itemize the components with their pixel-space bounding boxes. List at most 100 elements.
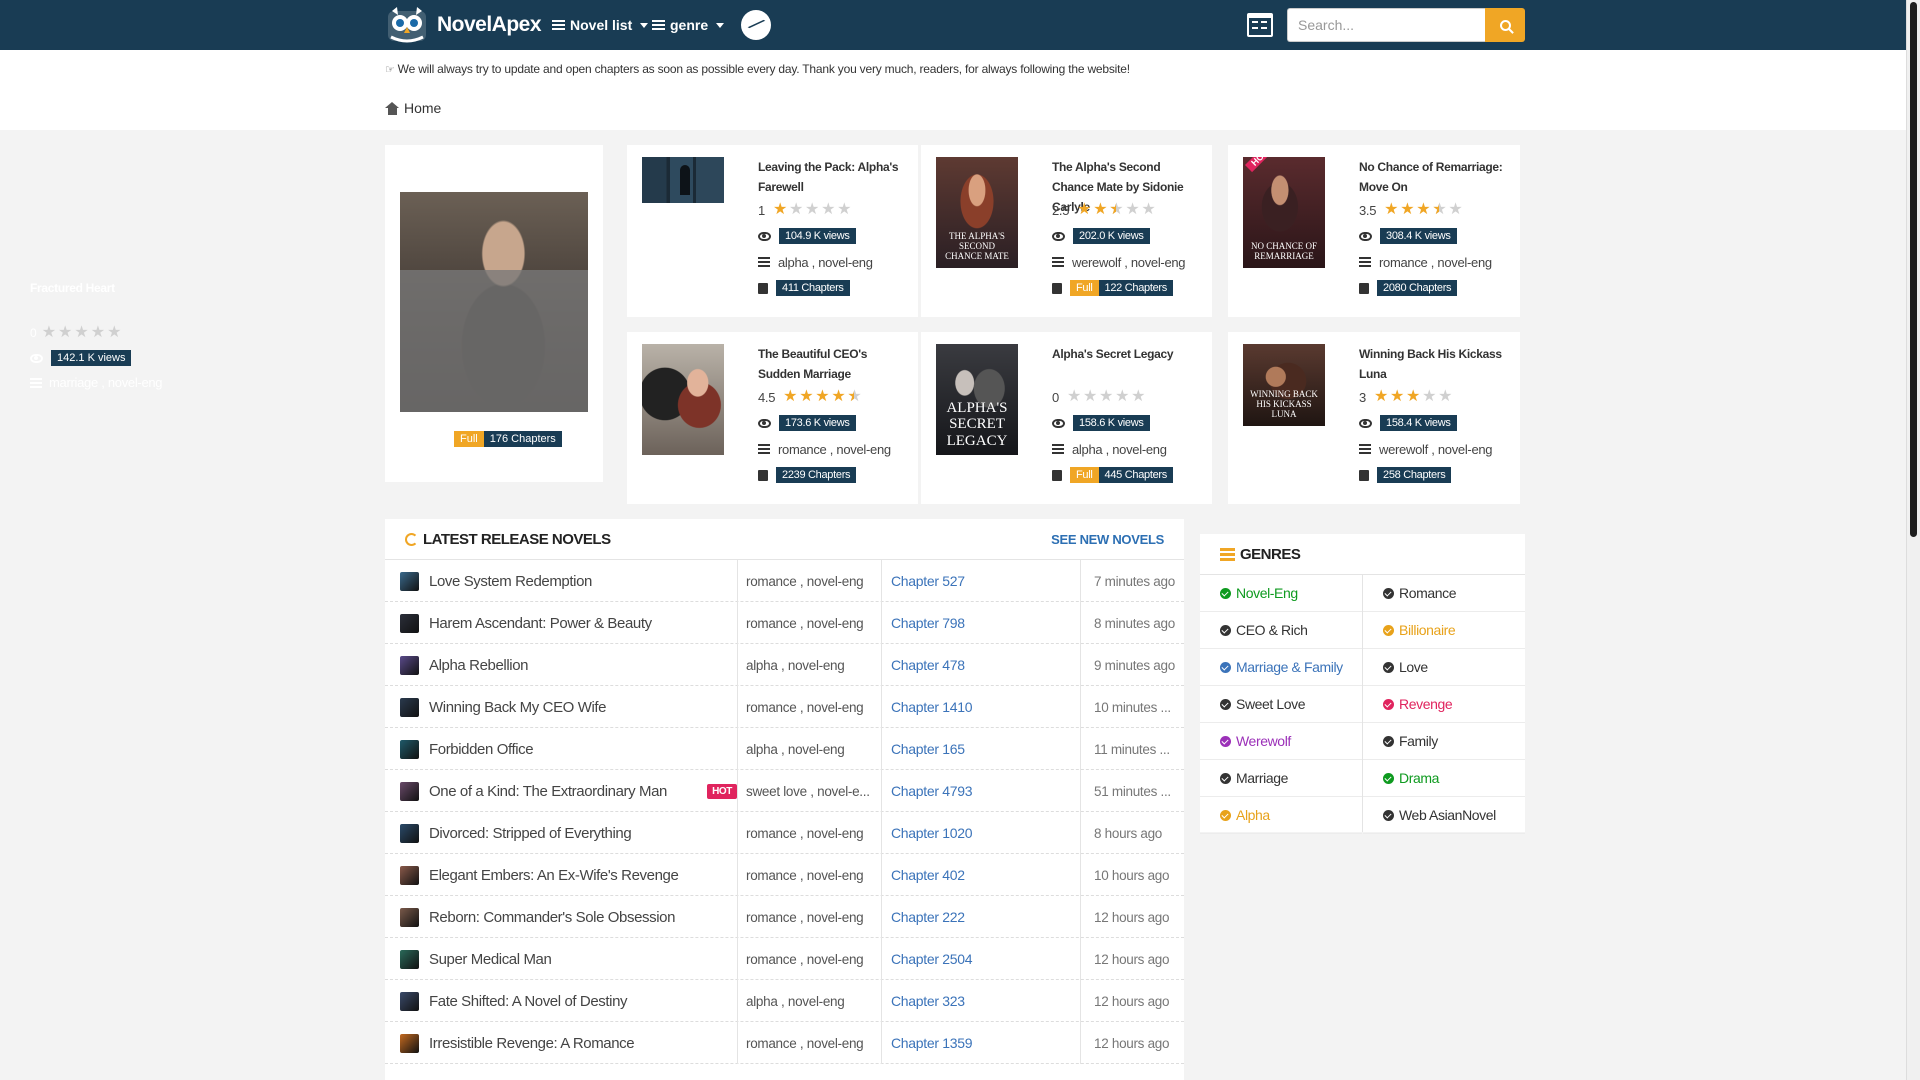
genre-label[interactable]: CEO & Rich [1236,622,1308,638]
genre-link[interactable]: Romance [1363,575,1525,612]
genre-label[interactable]: Novel-Eng [1236,585,1298,601]
novel-name-cell[interactable]: Fate Shifted: A Novel of Destiny [400,980,737,1022]
novel-card[interactable]: ALPHA'S SECRET LEGACY Alpha's Secret Lega… [921,332,1212,504]
novel-card[interactable]: HOT NO CHANCE OF REMARRIAGE No Chance of R… [1228,145,1520,317]
novel-name-cell[interactable]: Love System Redemption [400,560,737,602]
chapter-link[interactable]: Chapter 798 [891,602,1081,644]
genre-link[interactable]: Novel-Eng [1200,575,1362,612]
genre-label[interactable]: Romance [1399,585,1457,601]
check-circle-icon [1383,624,1394,636]
novel-cover-image[interactable]: THE ALPHA'S SECOND CHANCE MATE [936,157,1018,268]
novel-cover-image[interactable] [642,344,724,455]
novel-name[interactable]: Alpha Rebellion [429,657,528,674]
novel-name[interactable]: Divorced: Stripped of Everything [429,825,632,842]
search-button[interactable] [1485,8,1525,42]
novel-name[interactable]: Love System Redemption [429,573,592,590]
full-badge: Full [1070,467,1099,483]
novel-cover-image[interactable]: HOT NO CHANCE OF REMARRIAGE [1243,157,1325,268]
novel-name[interactable]: Irresistible Revenge: A Romance [429,1035,635,1052]
novel-name[interactable]: Elegant Embers: An Ex-Wife's Revenge [429,867,679,884]
search-input[interactable] [1287,8,1485,42]
novel-name[interactable]: Winning Back My CEO Wife [429,699,607,716]
novel-cover-image[interactable]: ALPHA'S SECRET LEGACY [936,344,1018,455]
genre-link[interactable]: Drama [1363,760,1525,797]
genre-link[interactable]: Family [1363,723,1525,760]
chapter-link[interactable]: Chapter 323 [891,980,1081,1022]
novel-card[interactable]: Leaving the Pack: Alpha's Farewell 1 ★ ★ ★ ★ ★… [627,145,918,317]
scrollbar-thumb[interactable] [1910,2,1917,537]
genre-link[interactable]: Sweet Love [1200,686,1362,723]
novel-cover-image[interactable] [642,157,724,203]
genre-label[interactable]: Revenge [1399,696,1453,712]
genre-link[interactable]: Love [1363,649,1525,686]
genre-link[interactable]: Marriage & Family [1200,649,1362,686]
novel-name-cell[interactable]: Reborn: Commander's Sole Obsession [400,896,737,938]
nav-novel-list-dropdown[interactable]: Novel list [552,0,649,50]
novel-name-cell[interactable]: Winning Back My CEO Wife [400,686,737,728]
genre-label[interactable]: Sweet Love [1236,696,1306,712]
novel-name[interactable]: One of a Kind: The Extraordinary Man [429,783,667,800]
genre-label[interactable]: Billionaire [1399,622,1456,638]
chapter-link[interactable]: Chapter 1410 [891,686,1081,728]
novel-name-cell[interactable]: Alpha Rebellion [400,644,737,686]
chapter-link[interactable]: Chapter 402 [891,854,1081,896]
genre-link[interactable]: Revenge [1363,686,1525,723]
novel-name-cell[interactable]: Super Medical Man [400,938,737,980]
novel-name-cell[interactable]: Harem Ascendant: Power & Beauty [400,602,737,644]
chapter-link[interactable]: Chapter 4793 [891,770,1081,812]
novel-title[interactable]: The Beautiful CEO's Sudden Marriage [758,344,908,384]
see-new-novels-link[interactable]: SEE NEW NOVELS [1051,532,1164,547]
novel-title[interactable]: Winning Back His Kickass Luna [1359,344,1509,384]
chapter-link[interactable]: Chapter 1359 [891,1022,1081,1064]
chapter-link[interactable]: Chapter 527 [891,560,1081,602]
genre-label[interactable]: Marriage [1236,770,1288,786]
novel-name[interactable]: Reborn: Commander's Sole Obsession [429,909,675,926]
novel-name-cell[interactable]: Forbidden Office [400,728,737,770]
breadcrumb-home[interactable]: Home [404,100,441,116]
novel-name-cell[interactable]: One of a Kind: The Extraordinary Man HOT [400,770,737,812]
novel-cover-image[interactable]: WINNING BACK HIS KICKASS LUNA [1243,344,1325,426]
novel-title[interactable]: No Chance of Remarriage: Move On [1359,157,1509,197]
genre-link[interactable]: CEO & Rich [1200,612,1362,649]
novel-name-cell[interactable]: Divorced: Stripped of Everything [400,812,737,854]
novel-name[interactable]: Harem Ascendant: Power & Beauty [429,615,652,632]
nav-genre-dropdown[interactable]: genre [652,0,725,50]
novel-card[interactable]: THE ALPHA'S SECOND CHANCE MATE The Alpha'… [921,145,1212,317]
novel-title[interactable]: The Alpha's Second Chance Mate by Sidoni… [1052,157,1202,214]
genre-link[interactable]: Marriage [1200,760,1362,797]
genre-link[interactable]: Web AsianNovel [1363,797,1525,834]
genre-label[interactable]: Web AsianNovel [1399,807,1496,823]
genre-label[interactable]: Drama [1399,770,1439,786]
genres-cell: romance , novel-eng [746,699,864,715]
chapter-link[interactable]: Chapter 1020 [891,812,1081,854]
theme-toggle-button[interactable]: ⟋ [741,10,771,40]
genre-label[interactable]: Werewolf [1236,733,1291,749]
genre-link[interactable]: Billionaire [1363,612,1525,649]
breadcrumb[interactable]: Home [385,100,441,116]
novel-name[interactable]: Fate Shifted: A Novel of Destiny [429,993,628,1010]
genres-cell: romance , novel-eng [746,615,864,631]
novel-name-cell[interactable]: Irresistible Revenge: A Romance [400,1022,737,1064]
page-scrollbar[interactable] [1906,0,1920,1080]
genre-label[interactable]: Alpha [1236,807,1270,823]
novel-card[interactable]: The Beautiful CEO's Sudden Marriage 4.5 ★ ★… [627,332,918,504]
genres-text: alpha , novel-eng [1072,441,1167,457]
chapter-link[interactable]: Chapter 2504 [891,938,1081,980]
genre-label[interactable]: Marriage & Family [1236,659,1343,675]
genre-link[interactable]: Werewolf [1200,723,1362,760]
genre-label[interactable]: Love [1399,659,1428,675]
chapter-link[interactable]: Chapter 165 [891,728,1081,770]
genre-label[interactable]: Family [1399,733,1438,749]
featured-title[interactable]: Fractured Heart [30,281,115,295]
chapter-link[interactable]: Chapter 478 [891,644,1081,686]
novel-title[interactable]: Leaving the Pack: Alpha's Farewell [758,157,908,197]
novel-name-cell[interactable]: Elegant Embers: An Ex-Wife's Revenge [400,854,737,896]
novel-name[interactable]: Forbidden Office [429,741,534,758]
novel-name[interactable]: Super Medical Man [429,951,552,968]
novel-title[interactable]: Alpha's Secret Legacy [1052,344,1202,384]
calendar-button[interactable] [1247,13,1273,37]
genre-link[interactable]: Alpha [1200,797,1362,834]
chapter-link[interactable]: Chapter 222 [891,896,1081,938]
novel-card[interactable]: WINNING BACK HIS KICKASS LUNA Winning Bac… [1228,332,1520,504]
brand-link[interactable]: NovelApex [385,5,542,45]
